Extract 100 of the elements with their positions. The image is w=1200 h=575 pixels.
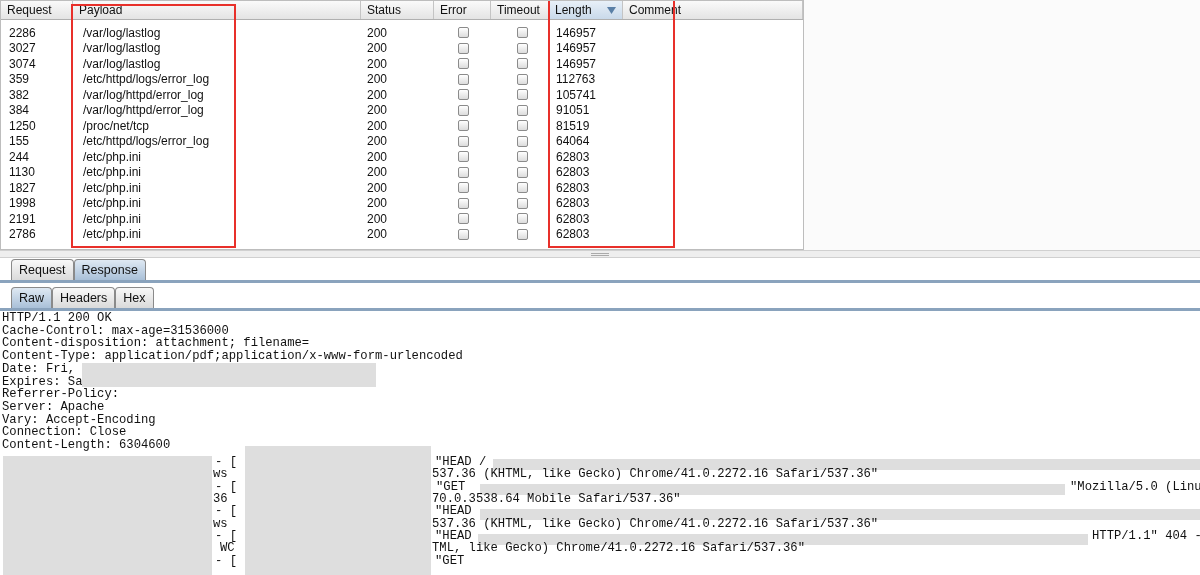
table-cell-text: /etc/httpd/logs/error_log: [82, 133, 211, 151]
checkbox[interactable]: [516, 166, 528, 178]
column-header[interactable]: Request: [1, 1, 73, 19]
table-cell-text: 62803: [555, 179, 591, 197]
checkbox[interactable]: [516, 42, 528, 54]
table-cell-text: 1250: [8, 117, 37, 135]
table-cell-text: /var/log/lastlog: [82, 55, 162, 73]
log-text: WC: [220, 542, 235, 555]
log-text: "HEAD /: [435, 455, 487, 469]
table-cell-text: 200: [366, 226, 389, 244]
log-text: 70.0.3538.64 Mobile Safari/537.36": [432, 492, 681, 506]
table-cell-text: 62803: [555, 148, 591, 166]
tab[interactable]: Raw: [11, 287, 52, 308]
log-text: 537.36 (KHTML, like Gecko) Chrome/41.0.2272.16 Safari/537.36": [432, 468, 879, 481]
table-cell-text: 3027: [8, 40, 37, 58]
checkbox[interactable]: [458, 89, 469, 101]
log-text: "HEAD: [435, 505, 472, 518]
header-line: HTTP/1.1 200 OK: [2, 312, 112, 325]
checkbox[interactable]: [516, 104, 528, 116]
checkbox[interactable]: [458, 197, 469, 209]
checkbox[interactable]: [516, 197, 528, 209]
table-cell-text: 62803: [555, 210, 591, 228]
table-cell-text: 3074: [8, 55, 37, 73]
table-cell-text: 1827: [8, 179, 37, 197]
checkbox[interactable]: [516, 182, 528, 194]
tab[interactable]: Headers: [52, 287, 116, 308]
checkbox[interactable]: [458, 135, 469, 147]
table-cell-text: 200: [366, 148, 389, 166]
table-cell-text: 200: [366, 55, 389, 73]
column-header[interactable]: Status: [361, 1, 434, 19]
header-line: Content-disposition: attachment; filename=: [2, 337, 310, 351]
table-cell-text: 200: [366, 102, 389, 120]
column-header[interactable]: Error: [434, 1, 491, 19]
table-cell-text: 62803: [555, 164, 591, 182]
log-text: "GET: [435, 554, 465, 568]
header-line: Vary: Accept-Encoding: [2, 413, 156, 427]
table-cell-text: 146957: [555, 40, 598, 58]
header-line: Date: Fri,: [2, 362, 76, 376]
checkbox[interactable]: [458, 73, 469, 85]
table-cell-text: 64064: [555, 133, 591, 151]
table-cell-text: /etc/php.ini: [82, 195, 143, 213]
checkbox[interactable]: [516, 213, 528, 225]
checkbox[interactable]: [458, 120, 469, 132]
log-text: 537.36 (KHTML, like Gecko) Chrome/41.0.2272.16 Safari/537.36": [432, 517, 879, 531]
table-cell-text: 146957: [555, 24, 598, 42]
checkbox[interactable]: [458, 27, 469, 39]
checkbox[interactable]: [458, 213, 469, 225]
table-cell-text: /var/log/lastlog: [82, 40, 162, 58]
header-line: Server: Apache: [2, 400, 105, 414]
tab[interactable]: Request: [11, 259, 74, 280]
checkbox[interactable]: [516, 89, 528, 101]
table-cell-text: 244: [8, 148, 31, 166]
column-header[interactable]: Timeout: [491, 1, 549, 19]
log-text: "GET: [436, 480, 466, 493]
checkbox[interactable]: [458, 182, 469, 194]
splitter-handle[interactable]: [591, 252, 609, 256]
checkbox[interactable]: [516, 228, 528, 240]
table-cell-text: 1130: [8, 164, 36, 182]
checkbox[interactable]: [516, 120, 528, 132]
checkbox[interactable]: [516, 151, 528, 163]
table-cell-text: /etc/php.ini: [82, 226, 143, 244]
table-cell-text: 146957: [555, 55, 598, 73]
table-cell-text: /etc/php.ini: [82, 148, 143, 166]
tab[interactable]: Hex: [115, 287, 154, 308]
checkbox[interactable]: [458, 58, 469, 70]
table-cell-text: 2286: [8, 24, 37, 42]
header-line: Cache-Control: max-age=31536000: [2, 324, 229, 338]
checkbox[interactable]: [458, 151, 469, 163]
table-cell-text: 112763: [555, 71, 597, 89]
table-cell-text: 2786: [8, 226, 37, 244]
table-cell-text: 200: [366, 24, 389, 42]
table-cell-text: /var/log/lastlog: [82, 24, 162, 42]
checkbox[interactable]: [458, 104, 469, 116]
log-text: "HEAD: [435, 530, 472, 543]
checkbox[interactable]: [516, 27, 528, 39]
table-cell-text: /var/log/httpd/error_log: [82, 86, 205, 104]
table-cell-text: /etc/httpd/logs/error_log: [82, 71, 211, 89]
checkbox[interactable]: [458, 42, 469, 54]
table-cell-text: 384: [8, 102, 31, 120]
checkbox[interactable]: [458, 166, 469, 178]
log-text: ws: [213, 468, 228, 481]
table-cell-text: /etc/php.ini: [82, 179, 143, 197]
table-cell-text: 200: [366, 86, 389, 104]
checkbox[interactable]: [516, 73, 528, 85]
tab[interactable]: Response: [73, 259, 146, 280]
log-text: "Mozilla/5.0 (Linu: [1070, 480, 1200, 493]
table-cell-text: 382: [8, 86, 31, 104]
column-header[interactable]: Length: [549, 1, 623, 19]
log-text: - [: [215, 455, 237, 469]
table-cell-text: 200: [366, 195, 389, 213]
header-line: Connection: Close: [2, 426, 127, 440]
header-line: Expires: Sa: [2, 375, 83, 389]
table-cell-text: 200: [366, 117, 389, 135]
checkbox[interactable]: [458, 228, 469, 240]
checkbox[interactable]: [516, 58, 528, 70]
table-cell-text: /var/log/httpd/error_log: [82, 102, 205, 120]
log-text: - [: [215, 530, 237, 543]
checkbox[interactable]: [516, 135, 528, 147]
log-text: - [: [215, 480, 237, 493]
table-cell-text: /etc/php.ini: [82, 210, 143, 228]
